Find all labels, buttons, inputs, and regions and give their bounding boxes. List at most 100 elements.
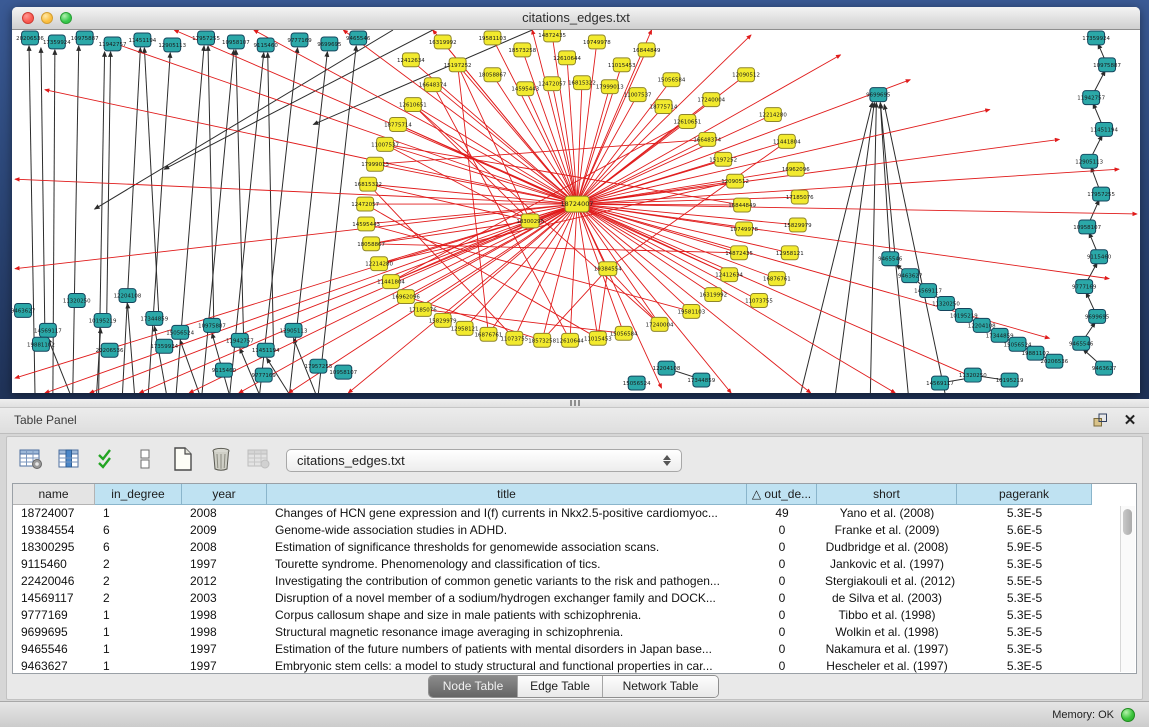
graph-node[interactable]: 14569117 — [926, 376, 954, 390]
graph-node[interactable]: 15197252 — [709, 152, 737, 166]
graph-node[interactable]: 12204108 — [114, 289, 142, 303]
memory-indicator-icon[interactable] — [1121, 708, 1135, 722]
tab-edge-table[interactable]: Edge Table — [518, 676, 603, 697]
graph-node[interactable]: 9777169 — [1072, 280, 1097, 294]
graph-node[interactable]: 9465546 — [878, 252, 903, 266]
vertical-scrollbar[interactable] — [1120, 506, 1135, 672]
graph-node[interactable]: 16962096 — [782, 162, 810, 176]
graph-node[interactable]: 9465546 — [1069, 336, 1094, 350]
graph-node[interactable]: 17185076 — [786, 190, 814, 204]
graph-node[interactable]: 11007537 — [624, 88, 652, 102]
graph-node[interactable]: 11073755 — [500, 331, 528, 345]
table-row[interactable]: 977716911998Corpus callosum shape and si… — [13, 607, 1136, 624]
graph-node[interactable]: 19581103 — [677, 304, 705, 318]
graph-node[interactable]: 12905113 — [280, 323, 308, 337]
graph-node[interactable]: 12412634 — [397, 53, 425, 67]
graph-node[interactable]: 12090512 — [721, 174, 749, 188]
select-all-check-button[interactable] — [92, 444, 122, 474]
column-header-out-de-[interactable]: △ out_de... — [747, 484, 817, 505]
column-header-title[interactable]: title — [267, 484, 747, 505]
graph-node[interactable]: 12610651 — [399, 98, 427, 112]
graph-node[interactable]: 15056524 — [166, 325, 194, 339]
graph-node[interactable]: 16319992 — [429, 35, 457, 49]
graph-node[interactable]: 10958107 — [1073, 220, 1101, 234]
network-view-canvas[interactable]: 2020653617359924109758871194275711451194… — [12, 30, 1140, 393]
graph-node[interactable]: 11942757 — [1077, 91, 1105, 105]
graph-node[interactable]: 17359924 — [43, 35, 71, 49]
graph-node[interactable]: 11942757 — [99, 37, 127, 51]
graph-node[interactable]: 12610644 — [553, 51, 581, 65]
graph-node[interactable]: 12610644 — [556, 333, 584, 347]
graph-node[interactable]: 14595443 — [352, 217, 380, 231]
graph-node[interactable]: 10975887 — [71, 31, 99, 45]
graph-node[interactable]: 9699695 — [1085, 309, 1109, 323]
network-window[interactable]: citations_edges.txt 20206536173599241097… — [12, 7, 1140, 393]
graph-node[interactable]: 14569117 — [34, 323, 62, 337]
network-graph[interactable]: 2020653617359924109758871194275711451194… — [12, 30, 1140, 393]
graph-node[interactable]: 17999013 — [361, 157, 389, 171]
graph-node[interactable]: 15056524 — [623, 376, 651, 390]
graph-node[interactable]: 17344859 — [687, 373, 715, 387]
graph-node[interactable]: 12472057 — [538, 77, 566, 91]
float-panel-button[interactable] — [1091, 411, 1109, 429]
graph-node[interactable]: 17185076 — [409, 302, 437, 316]
graph-node[interactable]: 10195219 — [89, 313, 117, 327]
table-row[interactable]: 1830029562008Estimation of significance … — [13, 539, 1136, 556]
graph-node[interactable]: 17957255 — [305, 359, 333, 373]
graph-node[interactable]: 18775714 — [650, 100, 678, 114]
graph-node[interactable]: 18573258 — [508, 43, 536, 57]
delete-column-button[interactable] — [206, 444, 236, 474]
graph-node[interactable]: 17957255 — [192, 31, 220, 45]
graph-node[interactable]: 20206536 — [16, 31, 44, 45]
graph-node[interactable]: 17359924 — [1082, 31, 1110, 45]
graph-node[interactable]: 9463627 — [12, 303, 35, 317]
graph-node[interactable]: 10749978 — [730, 222, 758, 236]
graph-node[interactable]: 9699695 — [866, 88, 890, 102]
panel-splitter[interactable] — [0, 399, 1149, 408]
graph-node[interactable]: 11451194 — [1090, 122, 1118, 136]
table-row[interactable]: 969969511998Structural magnetic resonanc… — [13, 624, 1136, 641]
graph-node[interactable]: 17359924 — [150, 339, 178, 353]
graph-node[interactable]: 16844849 — [728, 198, 756, 212]
new-column-button[interactable] — [168, 444, 198, 474]
graph-node[interactable]: 16844849 — [633, 43, 661, 57]
table-row[interactable]: 911546021997Tourette syndrome. Phenomeno… — [13, 556, 1136, 573]
column-header-pagerank[interactable]: pagerank — [957, 484, 1092, 505]
graph-node[interactable]: 14872435 — [725, 246, 753, 260]
network-window-titlebar[interactable]: citations_edges.txt — [12, 7, 1140, 30]
tab-node-table[interactable]: Node Table — [429, 676, 518, 697]
graph-node[interactable]: 16876761 — [475, 327, 503, 341]
graph-node[interactable]: 16876761 — [763, 272, 791, 286]
clear-selection-button[interactable] — [130, 444, 160, 474]
graph-node[interactable]: 9699695 — [317, 37, 341, 51]
graph-node[interactable]: 18058867 — [479, 68, 507, 82]
graph-node[interactable]: 9115460 — [1087, 250, 1112, 264]
table-row[interactable]: 2242004622012Investigating the contribut… — [13, 573, 1136, 590]
graph-node[interactable]: 10975887 — [1093, 58, 1121, 72]
graph-node[interactable]: 19881102 — [27, 337, 55, 351]
graph-node[interactable]: 11441804 — [773, 134, 801, 148]
graph-node[interactable]: 17240004 — [697, 93, 725, 107]
table-options-button[interactable] — [16, 444, 46, 474]
graph-node[interactable]: 16319992 — [699, 288, 727, 302]
graph-node[interactable]: 17240004 — [646, 317, 674, 331]
graph-node[interactable]: 12905113 — [1075, 154, 1103, 168]
graph-node[interactable]: 16815322 — [354, 177, 382, 191]
graph-node[interactable]: 12204108 — [653, 361, 681, 375]
graph-node[interactable]: 15829979 — [784, 218, 812, 232]
graph-node[interactable]: 17957255 — [1087, 187, 1115, 201]
delete-table-button[interactable] — [244, 444, 274, 474]
graph-node[interactable]: 9463627 — [1092, 361, 1116, 375]
table-row[interactable]: 1938455462009Genome-wide association stu… — [13, 522, 1136, 539]
graph-node[interactable]: 12090512 — [732, 68, 760, 82]
graph-node[interactable]: 15829979 — [429, 313, 457, 327]
graph-node[interactable]: 9777169 — [287, 33, 312, 47]
table-row[interactable]: 1872400712008Changes of HCN gene express… — [13, 505, 1136, 522]
graph-node[interactable]: 10958107 — [222, 35, 250, 49]
graph-node[interactable]: 15197252 — [444, 58, 472, 72]
graph-node[interactable]: 17999013 — [596, 80, 624, 94]
graph-node[interactable]: 18058867 — [357, 237, 385, 251]
column-header-name[interactable]: name — [13, 484, 95, 505]
graph-node[interactable]: 17344859 — [140, 311, 168, 325]
graph-node[interactable]: 11451194 — [252, 343, 280, 357]
